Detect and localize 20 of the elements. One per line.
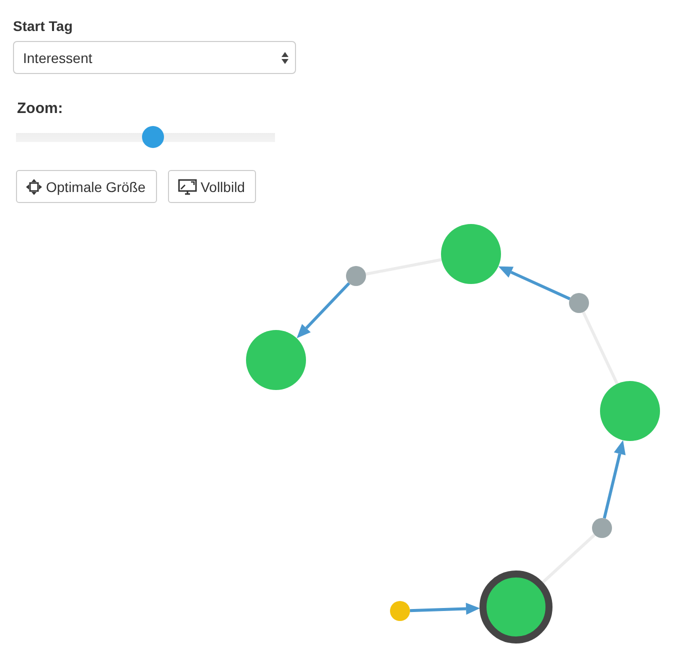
link-line	[542, 534, 596, 584]
link-node[interactable]	[592, 518, 612, 538]
start-tag-select[interactable]: Interessent	[13, 41, 296, 74]
updown-icon	[281, 50, 289, 64]
arrow	[410, 602, 480, 615]
slider-thumb[interactable]	[142, 126, 164, 148]
topic-node[interactable]	[480, 570, 552, 644]
fullscreen-button[interactable]: Vollbild	[168, 170, 256, 203]
zoom-label: Zoom:	[17, 100, 63, 117]
link-node[interactable]	[346, 266, 366, 286]
monitor-icon	[178, 178, 197, 194]
topic-node[interactable]	[441, 224, 501, 284]
fit-button[interactable]: Optimale Größe	[16, 170, 157, 203]
field-label: Start Tag	[13, 18, 73, 34]
topic-node[interactable]	[600, 381, 660, 441]
link-node[interactable]	[569, 293, 589, 313]
move-arrows-icon	[26, 178, 42, 194]
arrow	[296, 282, 350, 338]
start-node[interactable]	[390, 601, 410, 621]
topic-node[interactable]	[246, 330, 306, 390]
